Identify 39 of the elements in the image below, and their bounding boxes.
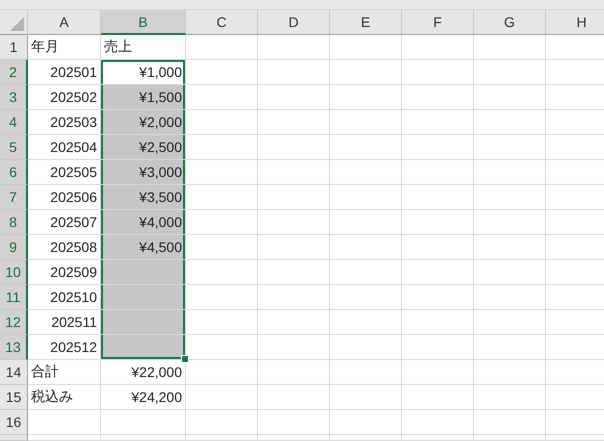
column-header[interactable]: F	[402, 10, 474, 35]
table-cell[interactable]: ¥22,000	[101, 360, 186, 385]
row-header[interactable]: 5	[0, 135, 28, 160]
table-cell[interactable]: ¥4,000	[101, 210, 186, 235]
table-cell[interactable]: ¥24,200	[101, 385, 186, 410]
table-cell[interactable]: 合計	[28, 360, 101, 385]
column-header[interactable]: C	[186, 10, 258, 35]
row-header[interactable]: 10	[0, 260, 28, 285]
row-header[interactable]: 9	[0, 235, 28, 260]
table-cell[interactable]: ¥4,500	[101, 235, 186, 260]
table-cell[interactable]: 202501	[28, 60, 101, 85]
table-cell[interactable]: 売上	[101, 35, 186, 60]
column-header[interactable]: B	[101, 10, 186, 35]
row-header[interactable]: 7	[0, 185, 28, 210]
table-cell[interactable]: 年月	[28, 35, 101, 60]
row-header[interactable]: 1	[0, 35, 28, 60]
table-cell[interactable]: ¥1,500	[101, 85, 186, 110]
row-header[interactable]: 14	[0, 360, 28, 385]
column-header[interactable]: G	[474, 10, 546, 35]
row-header[interactable]: 6	[0, 160, 28, 185]
row-header[interactable]: 16	[0, 410, 28, 435]
row-header[interactable]: 2	[0, 60, 28, 85]
row-header[interactable]: 15	[0, 385, 28, 410]
row-header[interactable]: 4	[0, 110, 28, 135]
table-cell[interactable]: ¥3,500	[101, 185, 186, 210]
table-cell[interactable]: ¥1,000	[101, 60, 186, 85]
row-header[interactable]: 13	[0, 335, 28, 360]
table-cell[interactable]: ¥2,000	[101, 110, 186, 135]
table-cell[interactable]: 税込み	[28, 385, 101, 410]
column-header[interactable]: H	[546, 10, 604, 35]
column-header[interactable]: E	[330, 10, 402, 35]
row-header[interactable]: 12	[0, 310, 28, 335]
row-header[interactable]: 8	[0, 210, 28, 235]
column-header[interactable]: D	[258, 10, 330, 35]
row-header[interactable]: 3	[0, 85, 28, 110]
table-cell[interactable]: ¥3,000	[101, 160, 186, 185]
column-header[interactable]: A	[28, 10, 101, 35]
table-cell[interactable]: ¥2,500	[101, 135, 186, 160]
row-header[interactable]: 11	[0, 285, 28, 310]
